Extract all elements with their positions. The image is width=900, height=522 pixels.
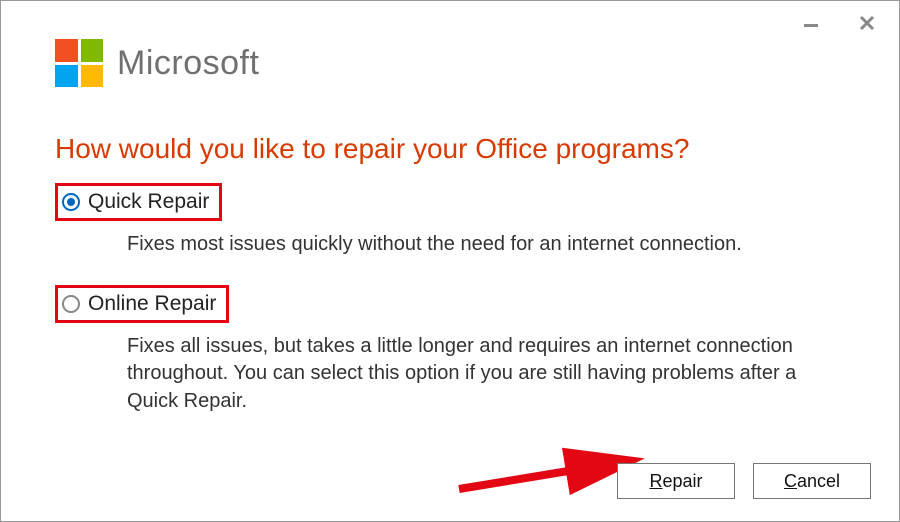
option-online-repair: Online Repair Fixes all issues, but take… (55, 285, 845, 432)
brand-text: Microsoft (117, 44, 259, 83)
radio-label: Online Repair (88, 292, 216, 316)
repair-button[interactable]: Repair (617, 463, 735, 499)
radio-quick-repair[interactable]: Quick Repair (55, 183, 222, 221)
option-description: Fixes all issues, but takes a little lon… (55, 323, 845, 432)
radio-icon (62, 193, 80, 211)
brand-row: Microsoft (1, 1, 899, 87)
cancel-button[interactable]: Cancel (753, 463, 871, 499)
radio-icon (62, 295, 80, 313)
radio-online-repair[interactable]: Online Repair (55, 285, 229, 323)
repair-options: Quick Repair Fixes most issues quickly w… (1, 183, 899, 431)
window-controls (797, 1, 899, 37)
button-label: Cancel (784, 471, 840, 492)
radio-label: Quick Repair (88, 190, 209, 214)
minimize-button[interactable] (797, 9, 825, 37)
option-quick-repair: Quick Repair Fixes most issues quickly w… (55, 183, 845, 275)
microsoft-logo-icon (55, 39, 103, 87)
option-description: Fixes most issues quickly without the ne… (55, 221, 845, 275)
dialog-heading: How would you like to repair your Office… (1, 87, 899, 183)
dialog-buttons: Repair Cancel (617, 463, 871, 499)
button-label: Repair (649, 471, 702, 492)
close-button[interactable] (853, 9, 881, 37)
